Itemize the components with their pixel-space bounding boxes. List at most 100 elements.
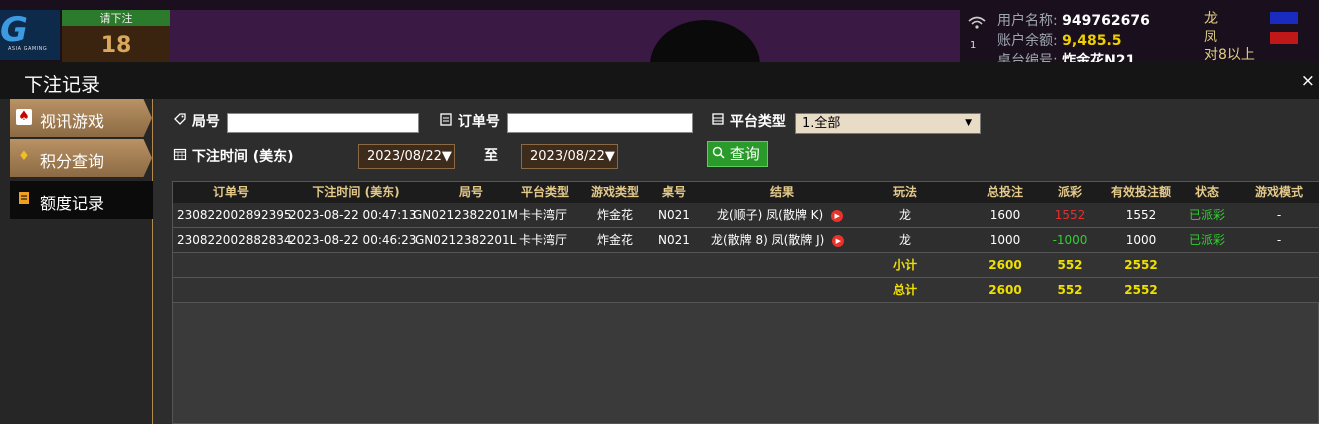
order-number-input[interactable] [507, 113, 693, 133]
to-label: 至 [484, 148, 498, 164]
balance-value: 9,485.5 [1062, 33, 1122, 49]
round-number-input[interactable] [227, 113, 419, 133]
cell-total: 1000 [989, 233, 1021, 247]
user-name: 949762676 [1062, 13, 1150, 29]
cell-order: 230822002882834 [177, 233, 292, 247]
cell-round: GN0212382201M [413, 208, 518, 222]
sidebar: ♠ 视讯游戏 ♦ 积分查询 额度记录 [0, 99, 153, 424]
sidebar-item-quota-records[interactable]: 额度记录 [10, 181, 153, 219]
subtotal-label: 小计 [892, 258, 917, 272]
phoenix-color-swatch [1270, 32, 1298, 44]
date-to-picker[interactable]: 2023/08/22▼ [521, 144, 618, 169]
sidebar-item-points-query[interactable]: ♦ 积分查询 [10, 139, 152, 177]
cell-mode: - [1276, 208, 1282, 222]
cell-play: 龙 [898, 208, 911, 222]
sidebar-item-video-games[interactable]: ♠ 视讯游戏 [10, 99, 152, 137]
tag-phoenix: 凤 [1204, 30, 1218, 45]
records-table: 订单号 下注时间 (美东) 局号 平台类型 游戏类型 桌号 结果 玩法 总投注 … [172, 181, 1319, 424]
document-icon [16, 191, 32, 207]
cell-valid: 1552 [1125, 208, 1157, 222]
cell-time: 2023-08-22 00:46:23 [289, 233, 417, 247]
tag-dragon: 龙 [1204, 11, 1218, 27]
platform-label-text: 平台类型 [729, 114, 786, 130]
list-icon [711, 113, 730, 130]
cell-order: 230822002892395 [177, 208, 292, 222]
user-name-label: 用户名称: [997, 13, 1058, 29]
header-order: 订单号 [212, 185, 249, 199]
dialog-title: 下注记录 [24, 74, 101, 96]
cell-payout: -1000 [1052, 233, 1088, 247]
dialog-titlebar: 下注记录 × [0, 62, 1319, 99]
video-area [170, 10, 960, 62]
user-name-line: 用户名称: 949762676 [997, 10, 1150, 30]
cell-table: N021 [658, 233, 690, 247]
cell-round: GN0212382201L [415, 233, 517, 247]
brand-logo: G ASIA GAMING [0, 10, 60, 60]
header-game-type: 游戏类型 [590, 185, 639, 199]
header-platform: 平台类型 [520, 185, 569, 199]
grandtotal-row: 总计 2600 552 2552 [173, 278, 1319, 303]
round-label-text: 局号 [191, 114, 220, 130]
cell-platform: 卡卡湾厅 [519, 208, 568, 222]
balance-label: 账户余额: [997, 33, 1058, 49]
logo-letter: G [0, 10, 28, 50]
cell-mode: - [1276, 233, 1282, 247]
subtotal-valid: 2552 [1124, 258, 1158, 272]
tag-icon [173, 113, 192, 130]
close-icon[interactable]: × [1301, 71, 1315, 91]
grandtotal-valid: 2552 [1124, 283, 1158, 297]
table-header: 订单号 下注时间 (美东) 局号 平台类型 游戏类型 桌号 结果 玩法 总投注 … [173, 182, 1319, 203]
date-from-picker[interactable]: 2023/08/22▼ [358, 144, 455, 169]
subtotal-row: 小计 2600 552 2552 [173, 253, 1319, 278]
result-text: 龙(顺子) 凤(散牌 K) [717, 208, 824, 222]
platform-filter-label: 平台类型 [711, 111, 786, 131]
header-status: 状态 [1194, 185, 1219, 199]
platform-type-select[interactable]: 1.全部 ▼ [795, 113, 981, 134]
query-button-label: 查询 [729, 145, 760, 163]
clipboard-icon [439, 113, 458, 130]
row-num-1: 1 [970, 40, 977, 51]
cell-play: 龙 [898, 233, 911, 247]
cell-platform: 卡卡湾厅 [519, 233, 568, 247]
order-filter-label: 订单号 [439, 111, 500, 131]
bet-countdown: 18 [62, 26, 170, 62]
play-video-icon[interactable]: ▶ [831, 209, 844, 222]
main-panel: 局号 订单号 平台类型 1.全部 ▼ 下注时间 (美东) 2023/08/22▼… [153, 99, 1319, 424]
cell-total: 1600 [989, 208, 1021, 222]
grandtotal-payout: 552 [1057, 283, 1083, 297]
logo-subtext: ASIA GAMING [8, 46, 48, 52]
header-total-bet: 总投注 [986, 185, 1023, 199]
header-table: 桌号 [661, 185, 686, 199]
round-filter-label: 局号 [173, 111, 220, 131]
sidebar-item-label: 额度记录 [40, 194, 105, 213]
subtotal-payout: 552 [1057, 258, 1083, 272]
wifi-icon [968, 16, 986, 34]
header-result: 结果 [769, 185, 794, 199]
grandtotal-label: 总计 [892, 283, 917, 297]
header-round: 局号 [458, 185, 483, 199]
diamond-icon: ♦ [18, 149, 30, 164]
result-text: 龙(散牌 8) 凤(散牌 J) [711, 233, 825, 247]
order-label-text: 订单号 [457, 114, 500, 130]
dragon-color-swatch [1270, 12, 1298, 24]
cell-game: 炸金花 [596, 208, 633, 222]
sidebar-item-label: 积分查询 [40, 152, 105, 171]
table-row: 230822002882834 2023-08-22 00:46:23 GN02… [173, 228, 1319, 253]
time-filter-label: 下注时间 (美东) [173, 146, 294, 166]
grandtotal-total: 2600 [988, 283, 1022, 297]
header-time: 下注时间 (美东) [312, 185, 400, 199]
cell-valid: 1000 [1125, 233, 1157, 247]
cell-status: 已派彩 [1188, 233, 1225, 247]
cell-result: 龙(散牌 8) 凤(散牌 J) ▶ [711, 228, 845, 252]
tag-pair8: 对8以上 [1204, 47, 1255, 63]
query-button[interactable]: 查询 [707, 141, 768, 167]
sidebar-item-label: 视讯游戏 [40, 112, 105, 131]
play-video-icon[interactable]: ▶ [832, 234, 845, 247]
time-label-text: 下注时间 (美东) [191, 149, 294, 165]
table-row: 230822002892395 2023-08-22 00:47:13 GN02… [173, 203, 1319, 228]
balance-line: 账户余额: 9,485.5 [997, 30, 1122, 50]
header-play: 玩法 [892, 185, 917, 199]
cell-time: 2023-08-22 00:47:13 [289, 208, 417, 222]
chevron-down-icon: ▼ [965, 118, 972, 128]
cell-payout: 1552 [1054, 208, 1086, 222]
